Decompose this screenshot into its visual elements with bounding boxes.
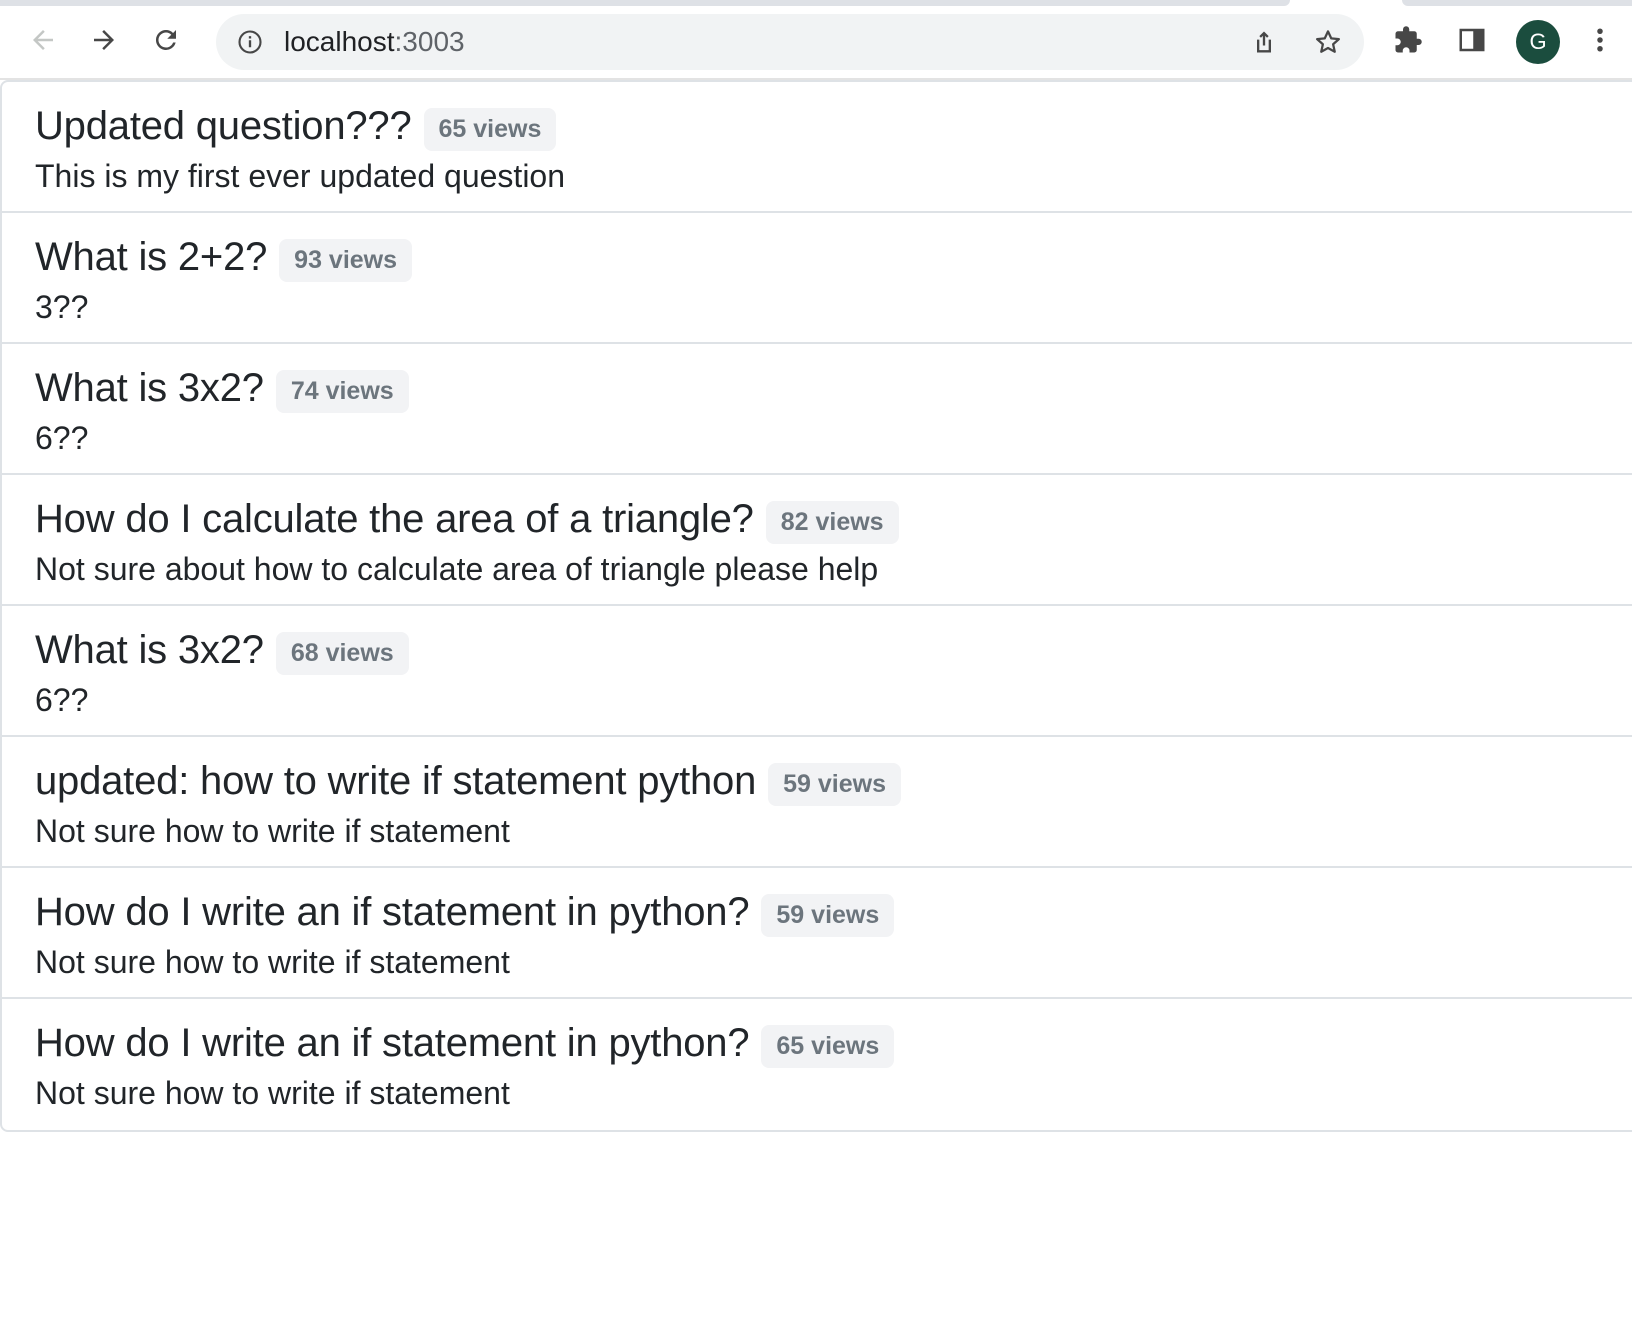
views-badge: 65 views <box>761 1024 895 1068</box>
question-item[interactable]: How do I write an if statement in python… <box>2 999 1632 1130</box>
question-item[interactable]: How do I calculate the area of a triangl… <box>2 475 1632 606</box>
question-title[interactable]: Updated question??? <box>35 104 412 149</box>
forward-button[interactable] <box>82 18 126 62</box>
question-title[interactable]: What is 2+2? <box>35 235 267 280</box>
views-badge: 82 views <box>765 500 899 544</box>
question-item[interactable]: What is 3x2? 74 views 6?? <box>2 344 1632 475</box>
question-body: Not sure about how to calculate area of … <box>35 551 879 587</box>
side-panel-button[interactable] <box>1450 18 1494 62</box>
question-header: What is 2+2? 93 views <box>35 233 1606 282</box>
views-badge: 68 views <box>275 631 409 675</box>
question-item[interactable]: updated: how to write if statement pytho… <box>2 737 1632 868</box>
question-body: 6?? <box>35 420 89 456</box>
question-header: How do I calculate the area of a triangl… <box>35 495 1606 544</box>
address-bar[interactable]: localhost:3003 <box>216 14 1364 70</box>
question-title[interactable]: What is 3x2? <box>35 366 264 411</box>
question-title[interactable]: How do I write an if statement in python… <box>35 890 750 935</box>
back-button[interactable] <box>21 18 65 62</box>
browser-menu-button[interactable] <box>1578 18 1622 62</box>
question-header: What is 3x2? 74 views <box>35 364 1606 413</box>
url-host: localhost <box>284 26 395 57</box>
side-panel-icon <box>1459 28 1485 52</box>
question-body: This is my first ever updated question <box>35 158 566 194</box>
views-badge: 65 views <box>423 107 557 151</box>
question-item[interactable]: What is 3x2? 68 views 6?? <box>2 606 1632 737</box>
question-title[interactable]: How do I write an if statement in python… <box>35 1021 750 1066</box>
question-body: 3?? <box>35 289 89 325</box>
reload-icon <box>155 29 176 50</box>
info-icon <box>238 30 262 54</box>
question-header: What is 3x2? 68 views <box>35 626 1606 675</box>
share-button[interactable] <box>1242 20 1286 64</box>
question-title[interactable]: updated: how to write if statement pytho… <box>35 759 756 804</box>
reload-button[interactable] <box>144 18 188 62</box>
kebab-menu-icon <box>1597 28 1603 52</box>
share-icon <box>1257 31 1271 53</box>
views-badge: 59 views <box>761 893 895 937</box>
url-port: :3003 <box>394 26 465 57</box>
question-item[interactable]: What is 2+2? 93 views 3?? <box>2 213 1632 344</box>
question-body: Not sure how to write if statement <box>35 813 510 849</box>
views-badge: 74 views <box>275 369 409 413</box>
browser-toolbar: localhost:3003 G <box>0 6 1632 80</box>
bookmark-button[interactable] <box>1306 20 1350 64</box>
profile-avatar[interactable]: G <box>1516 20 1560 64</box>
question-title[interactable]: What is 3x2? <box>35 628 264 673</box>
url-text[interactable]: localhost:3003 <box>284 14 465 70</box>
question-item[interactable]: How do I write an if statement in python… <box>2 868 1632 999</box>
question-header: How do I write an if statement in python… <box>35 888 1606 937</box>
arrow-right-icon <box>94 30 114 50</box>
question-item[interactable]: Updated question??? 65 views This is my … <box>2 82 1632 213</box>
views-badge: 59 views <box>768 762 901 806</box>
puzzle-icon <box>1395 26 1422 53</box>
question-body: 6?? <box>35 682 89 718</box>
star-icon <box>1316 30 1340 53</box>
question-header: updated: how to write if statement pytho… <box>35 757 1606 806</box>
extensions-button[interactable] <box>1386 18 1430 62</box>
site-info-button[interactable] <box>236 28 264 56</box>
question-list: Updated question??? 65 views This is my … <box>0 80 1632 1132</box>
question-body: Not sure how to write if statement <box>35 1075 510 1111</box>
views-badge: 93 views <box>279 238 413 282</box>
question-header: Updated question??? 65 views <box>35 102 1606 151</box>
question-header: How do I write an if statement in python… <box>35 1019 1606 1068</box>
arrow-left-icon <box>33 30 53 50</box>
question-body: Not sure how to write if statement <box>35 944 510 980</box>
question-title[interactable]: How do I calculate the area of a triangl… <box>35 497 754 542</box>
